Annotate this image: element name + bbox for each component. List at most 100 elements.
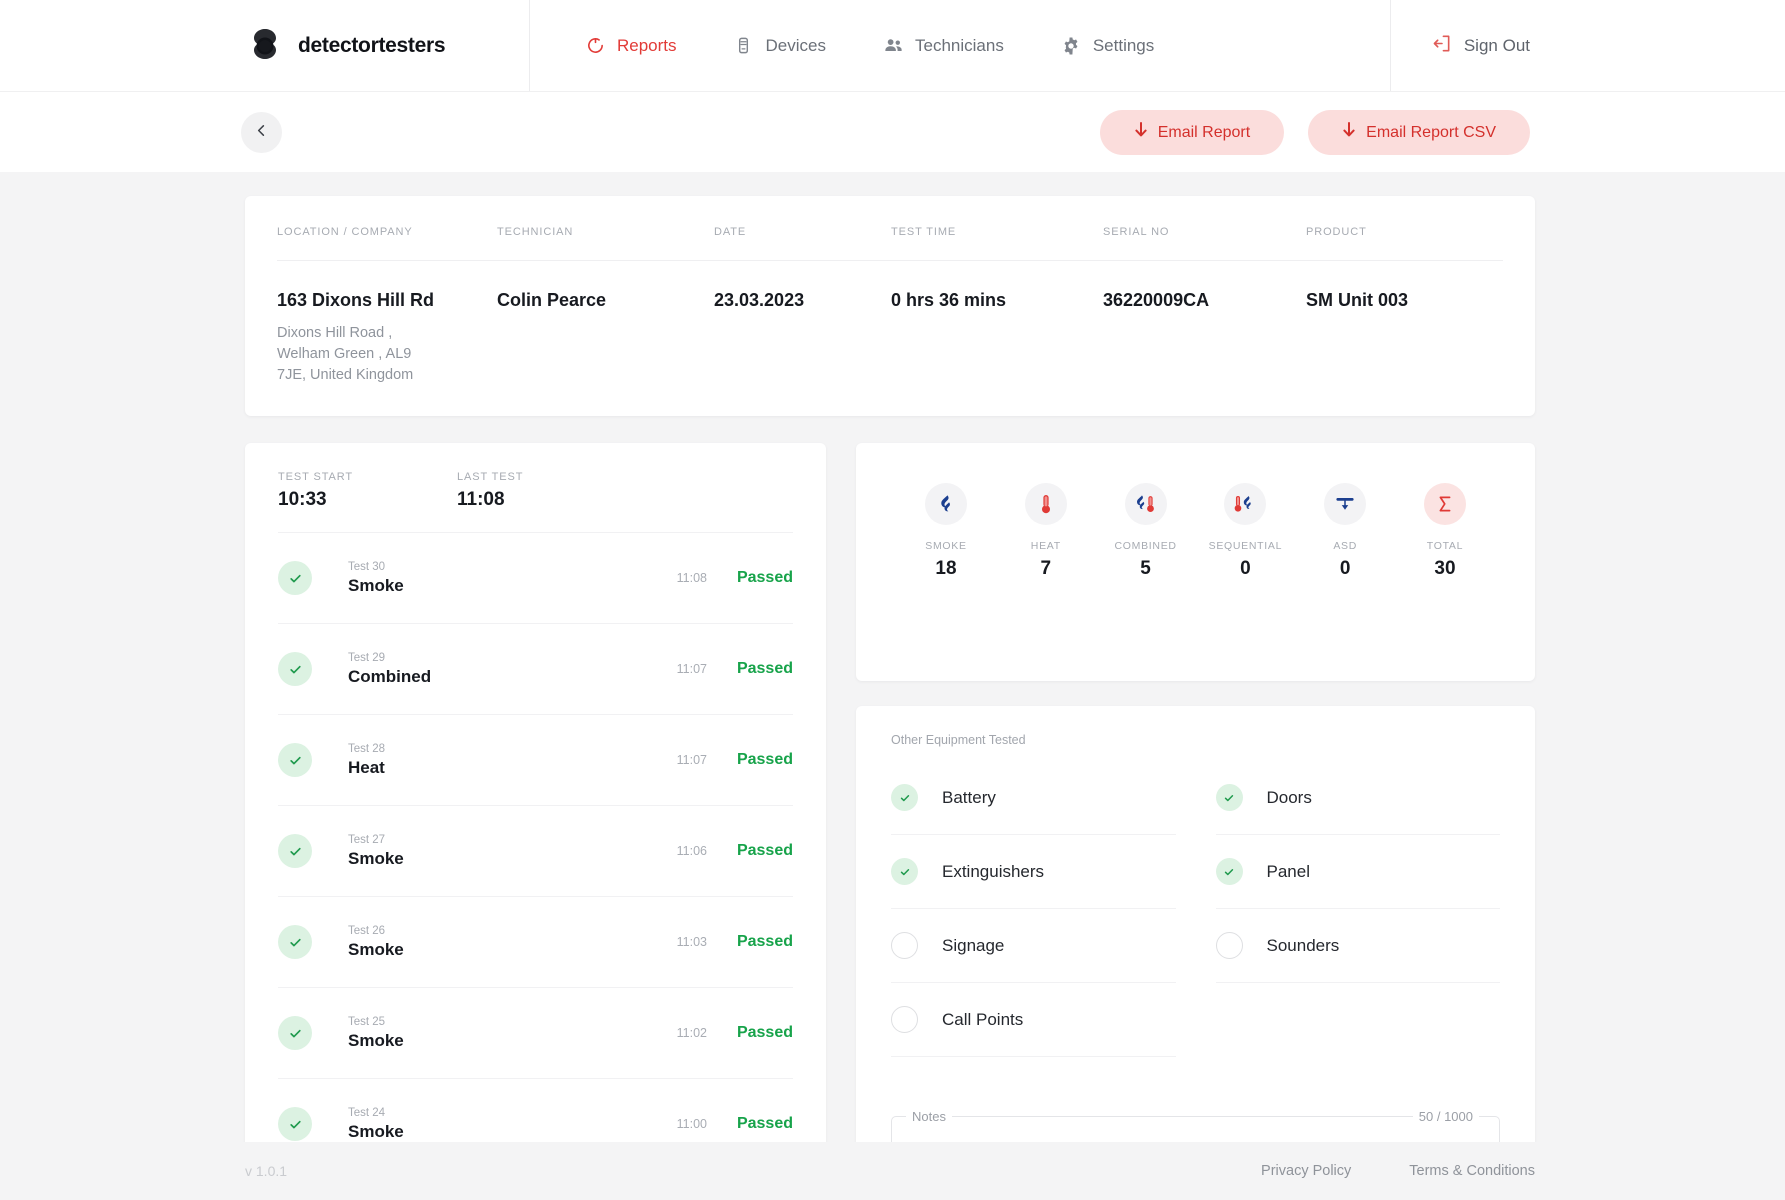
test-number: Test 28 [348,742,386,755]
summary-value-product: SM Unit 003 [1306,290,1409,310]
table-row[interactable]: Test 28 Heat 11:07 Passed [278,714,793,805]
brand-logo[interactable]: detectortesters [245,0,530,91]
stat-combined-value: 5 [1140,558,1151,579]
asd-icon [1324,483,1367,525]
smoke-icon [925,483,967,525]
test-timestamp: 11:08 [676,571,707,585]
equipment-item-doors[interactable]: Doors [1215,761,1500,835]
test-type-stats-card: SMOKE 18 HEAT 7 COMBINED 5 SEQUENTIAL 0 … [856,443,1535,681]
devices-icon [733,35,755,57]
nav-item-settings[interactable]: Settings [1060,35,1154,57]
nav-links: Reports Devices Technicians Settings [584,35,1154,57]
check-icon [278,1016,312,1050]
sequential-icon [1224,483,1267,525]
equipment-item-call-points[interactable]: Call Points [891,983,1176,1057]
sign-out-button[interactable]: Sign Out [1431,33,1530,59]
test-name: Smoke [348,1030,404,1050]
nav-item-devices[interactable]: Devices [733,35,826,57]
stat-heat-value: 7 [1040,558,1052,579]
check-icon [278,561,312,595]
test-timestamp: 11:06 [676,844,707,858]
page-gutter-right [1535,172,1785,1200]
table-row[interactable]: Test 30 Smoke 11:08 Passed [278,532,793,623]
footer-links: Privacy Policy Terms & Conditions [1261,1163,1535,1179]
combined-icon [1124,483,1167,525]
test-timestamp: 11:07 [676,753,707,767]
status-badge: Passed [736,660,793,677]
equipment-item-label: Extinguishers [942,861,1045,881]
equipment-item-signage[interactable]: Signage [891,909,1176,983]
status-badge: Passed [736,751,793,768]
notes-label: Notes [906,1109,952,1124]
summary-label-technician: TECHNICIAN [497,226,574,238]
table-row[interactable]: Test 29 Combined 11:07 Passed [278,623,793,714]
status-badge: Passed [736,933,793,950]
stat-smoke: SMOKE 18 [898,483,994,580]
top-navigation-bar: detectortesters Reports Devices Technici… [0,0,1785,91]
back-button[interactable] [241,112,282,153]
equipment-item-battery[interactable]: Battery [891,761,1176,835]
privacy-policy-link[interactable]: Privacy Policy [1261,1163,1351,1179]
summary-label-date: DATE [714,226,747,238]
email-report-button[interactable]: Email Report [1099,110,1285,155]
table-row[interactable]: Test 27 Smoke 11:06 Passed [278,805,793,896]
email-report-csv-button[interactable]: Email Report CSV [1308,110,1530,155]
gear-icon [1060,35,1082,57]
brand-name: detectortesters [298,33,446,57]
app-version: v 1.0.1 [245,1163,288,1179]
test-timestamp: 11:00 [676,1117,707,1131]
summary-value-test-time: 0 hrs 36 mins [891,290,1007,310]
stat-combined-label: COMBINED [1114,540,1177,552]
stat-total: TOTAL 30 [1397,483,1493,580]
stat-asd-value: 0 [1339,558,1351,579]
test-number: Test 27 [348,833,386,846]
nav-item-reports[interactable]: Reports [584,35,677,57]
test-number: Test 25 [348,1015,386,1028]
check-icon [891,858,918,885]
table-row[interactable]: Test 26 Smoke 11:03 Passed [278,896,793,987]
equipment-item-panel[interactable]: Panel [1215,835,1500,909]
stat-sequential-value: 0 [1240,558,1251,579]
test-time-summary: TEST START 10:33 LAST TEST 11:08 [278,471,793,511]
test-timestamp: 11:07 [676,662,707,676]
report-summary-card: LOCATION / COMPANY TECHNICIAN DATE TEST … [245,196,1535,416]
sigma-icon [1423,483,1466,525]
sign-out-label: Sign Out [1463,35,1530,55]
action-bar: Email Report Email Report CSV [0,91,1785,172]
test-name: Combined [348,666,432,686]
check-icon [891,784,918,811]
check-icon [278,1107,312,1141]
sign-out-icon [1431,33,1452,59]
equipment-item-sounders[interactable]: Sounders [1215,909,1500,983]
status-badge: Passed [736,1024,793,1041]
check-icon [278,743,312,777]
check-icon [278,834,312,868]
report-summary-values: 163 Dixons Hill Rd Dixons Hill Road , We… [245,290,1535,386]
terms-conditions-link[interactable]: Terms & Conditions [1409,1163,1535,1179]
test-number: Test 24 [348,1106,386,1119]
summary-value-serial-no: 36220009CA [1103,290,1210,310]
equipment-item-extinguishers[interactable]: Extinguishers [891,835,1176,909]
page-gutter-left [0,172,245,1200]
heat-icon [1024,483,1067,525]
check-icon [1215,858,1243,885]
status-badge: Passed [736,569,793,586]
test-list-card: TEST START 10:33 LAST TEST 11:08 Test 30… [245,443,826,1200]
test-number: Test 26 [348,924,386,937]
other-equipment-card: Other Equipment Tested Battery Doors Ext… [856,706,1535,1200]
download-arrow-icon [1134,121,1148,144]
chevron-left-icon [254,123,269,143]
test-name: Smoke [348,575,404,595]
reports-icon [584,35,606,57]
equipment-item-label: Doors [1266,787,1312,807]
download-arrow-icon [1342,121,1356,144]
email-report-label: Email Report [1157,123,1251,141]
test-timestamp: 11:03 [676,935,707,949]
empty-circle-icon [891,932,918,959]
equipment-item-placeholder [1216,983,1501,1057]
nav-item-technicians[interactable]: Technicians [882,35,1004,57]
equipment-item-label: Call Points [942,1009,1024,1029]
other-equipment-title: Other Equipment Tested [891,733,1026,747]
table-row[interactable]: Test 25 Smoke 11:02 Passed [278,987,793,1078]
notes-character-counter: 50 / 1000 [1412,1109,1479,1124]
